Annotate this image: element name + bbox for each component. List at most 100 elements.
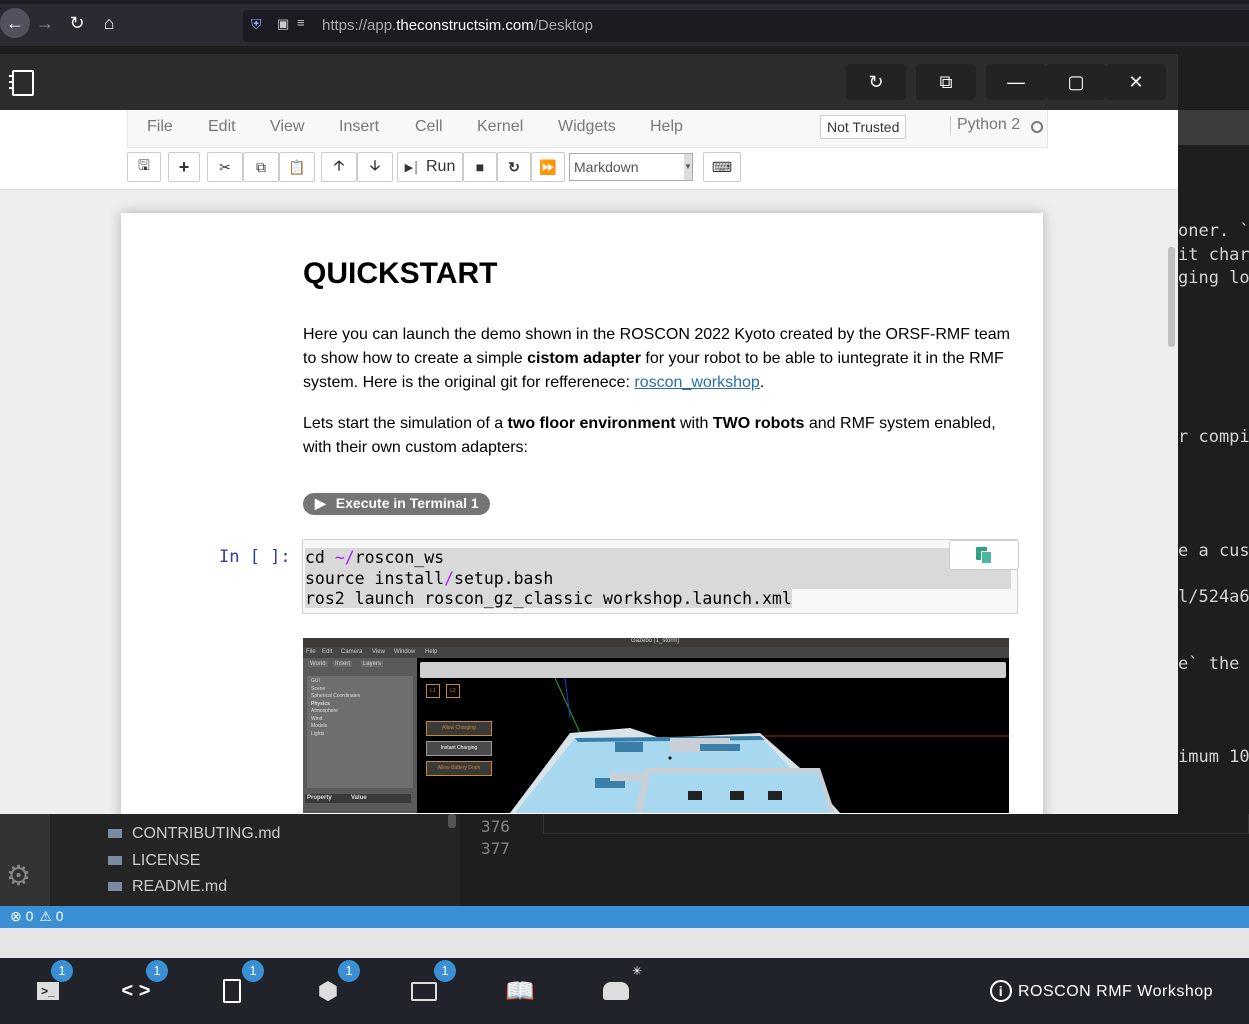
error-icon[interactable]: ⊗	[10, 908, 22, 924]
step-forward-icon: ▶│	[404, 161, 420, 174]
menu-edit[interactable]: Edit	[208, 118, 236, 136]
gazebo-tree: GUI Scene Spherical Coordinates Physics Atmo…	[307, 676, 413, 788]
refresh-window-button[interactable]: ↻	[846, 64, 906, 100]
bg-code-line: r compil	[1178, 427, 1249, 447]
gazebo-left-panel: World Insert Layers GUI Scene Spherical Co…	[303, 658, 417, 813]
maximize-button[interactable]: ▢	[1046, 64, 1106, 100]
close-button[interactable]: ✕	[1106, 64, 1166, 100]
robot-icon	[603, 982, 629, 1000]
dock-code-editor[interactable]: < > 1	[88, 958, 184, 1024]
gazebo-toolbar	[420, 662, 1006, 678]
bg-code-line: e a cus	[1178, 541, 1249, 561]
copy-code-button[interactable]	[949, 540, 1019, 570]
explorer-scrollbar[interactable]	[448, 814, 456, 828]
restore-window-button[interactable]: ⧉	[916, 64, 976, 100]
bg-code-line: ging loc	[1178, 268, 1249, 288]
warning-icon[interactable]: ⚠	[39, 908, 52, 924]
loading-icon: ✳	[632, 964, 643, 978]
dock-graphical-tools[interactable]: 1	[376, 958, 472, 1024]
bg-code-line: imum 10	[1178, 747, 1249, 767]
dock-terminal[interactable]: >_ 1	[0, 958, 96, 1024]
scrollbar-thumb[interactable]	[1168, 247, 1175, 347]
select-arrow-icon: ▼	[684, 154, 692, 180]
warning-count: 0	[55, 908, 64, 924]
url-bar[interactable]: ⛨ ▣ ≡ https://app.theconstructsim.com/De…	[243, 10, 1249, 42]
file-item[interactable]: README.md	[108, 878, 227, 896]
trust-status-button[interactable]: Not Trusted	[820, 115, 907, 139]
url-text: https://app.theconstructsim.com/Desktop	[322, 17, 593, 34]
workspace-title: i ROSCON RMF Workshop	[990, 980, 1213, 1002]
background-code: oner. `C it charg ging loc r compil e a …	[1178, 110, 1249, 810]
dock-gazebo[interactable]: ⬢ 1	[280, 958, 376, 1024]
file-item[interactable]: LICENSE	[108, 852, 200, 870]
gazebo-screenshot: Gazebo (1_storm) File Edit Camera View W…	[303, 638, 1009, 813]
keyboard-shortcuts-button[interactable]: ⌨	[703, 152, 741, 182]
license-file-icon	[108, 856, 122, 866]
cube-icon: ⬢	[317, 977, 339, 1005]
menu-kernel[interactable]: Kernel	[477, 118, 523, 136]
restart-run-all-button[interactable]: ⏩	[531, 152, 565, 182]
settings-gear-icon[interactable]: ⚙	[6, 859, 31, 892]
save-button[interactable]: 🖫	[127, 152, 161, 182]
clipboard-icon	[976, 547, 992, 564]
menu-widgets[interactable]: Widgets	[558, 118, 616, 136]
file-item[interactable]: CONTRIBUTING.md	[108, 825, 280, 843]
move-down-button[interactable]: 🡣	[357, 152, 393, 182]
forward-button[interactable]: →	[30, 8, 60, 38]
reload-button[interactable]: ↻	[62, 8, 92, 38]
gazebo-menubar: File Edit Camera View Window Help	[303, 647, 1009, 658]
error-count: 0	[25, 908, 34, 924]
play-icon: ▶	[315, 495, 326, 511]
code-cell[interactable]: cd ~/roscon_ws source install/setup.bash…	[302, 539, 1019, 614]
menu-file[interactable]: File	[147, 118, 173, 136]
code-editor[interactable]: 376 377	[460, 814, 1249, 906]
code-text: cd ~/roscon_ws source install/setup.bash…	[305, 548, 1011, 610]
dock-robot[interactable]: ✳	[568, 958, 664, 1024]
menu-view[interactable]: View	[270, 118, 304, 136]
ide-statusbar: ⊗ 0 ⚠ 0	[0, 906, 1249, 928]
simulation-paragraph: Lets start the simulation of a two floor…	[303, 415, 996, 456]
gazebo-titlebar: Gazebo (1_storm)	[303, 638, 1009, 647]
copy-cell-button[interactable]: ⧉	[243, 152, 279, 182]
interrupt-button[interactable]: ■	[463, 152, 497, 182]
notification-badge: 1	[146, 960, 168, 982]
notebook-window: ↻ ⧉ — ▢ ✕ File Edit View Insert Cell Ker…	[0, 54, 1178, 814]
execute-terminal-button[interactable]: ▶ Execute in Terminal 1	[303, 493, 490, 515]
notification-badge: 1	[242, 960, 264, 982]
repo-link[interactable]: roscon_workshop	[634, 374, 759, 391]
paste-button[interactable]: 📋	[279, 152, 315, 182]
gazebo-world-render	[510, 678, 1009, 813]
kernel-name: Python 2	[950, 116, 1020, 134]
markdown-file-icon	[108, 829, 122, 839]
notification-badge: 1	[434, 960, 456, 982]
shield-icon: ⛨	[251, 16, 262, 32]
background-strip	[0, 928, 1249, 958]
back-button[interactable]: ←	[0, 8, 30, 38]
move-up-button[interactable]: 🡡	[321, 152, 357, 182]
notification-badge: 1	[51, 960, 73, 982]
terminal-icon: >_	[37, 982, 59, 1000]
menubar: File Edit View Insert Cell Kernel Widget…	[127, 110, 1048, 148]
menu-cell[interactable]: Cell	[415, 118, 443, 136]
menu-help[interactable]: Help	[650, 118, 683, 136]
menu-insert[interactable]: Insert	[339, 118, 379, 136]
input-prompt: In [ ]:	[219, 547, 291, 567]
insert-cell-button[interactable]: +	[168, 152, 200, 182]
window-titlebar: ↻ ⧉ — ▢ ✕	[0, 54, 1178, 110]
cut-button[interactable]: ✂	[207, 152, 243, 182]
notebook-page: QUICKSTART Here you can launch the demo …	[121, 213, 1043, 814]
gazebo-property-header: Property Value	[305, 794, 411, 803]
run-button[interactable]: ▶│ Run	[397, 152, 463, 182]
cell-type-select[interactable]: Markdown ▼	[569, 153, 693, 181]
restart-button[interactable]: ↻	[497, 152, 531, 182]
minimize-button[interactable]: —	[986, 64, 1046, 100]
permissions-icon: ≡	[297, 15, 305, 30]
ide-panel: ⚙ CONTRIBUTING.md LICENSE README.md 376 …	[0, 814, 1249, 906]
dock-notebook-book[interactable]: 📖	[472, 958, 568, 1024]
background-tabbar	[1178, 110, 1249, 145]
dock-notebook[interactable]: 1	[184, 958, 280, 1024]
info-icon[interactable]: i	[990, 980, 1012, 1002]
home-button[interactable]: ⌂	[94, 8, 124, 38]
notification-badge: 1	[338, 960, 360, 982]
bg-code-line: oner. `C	[1178, 221, 1249, 241]
